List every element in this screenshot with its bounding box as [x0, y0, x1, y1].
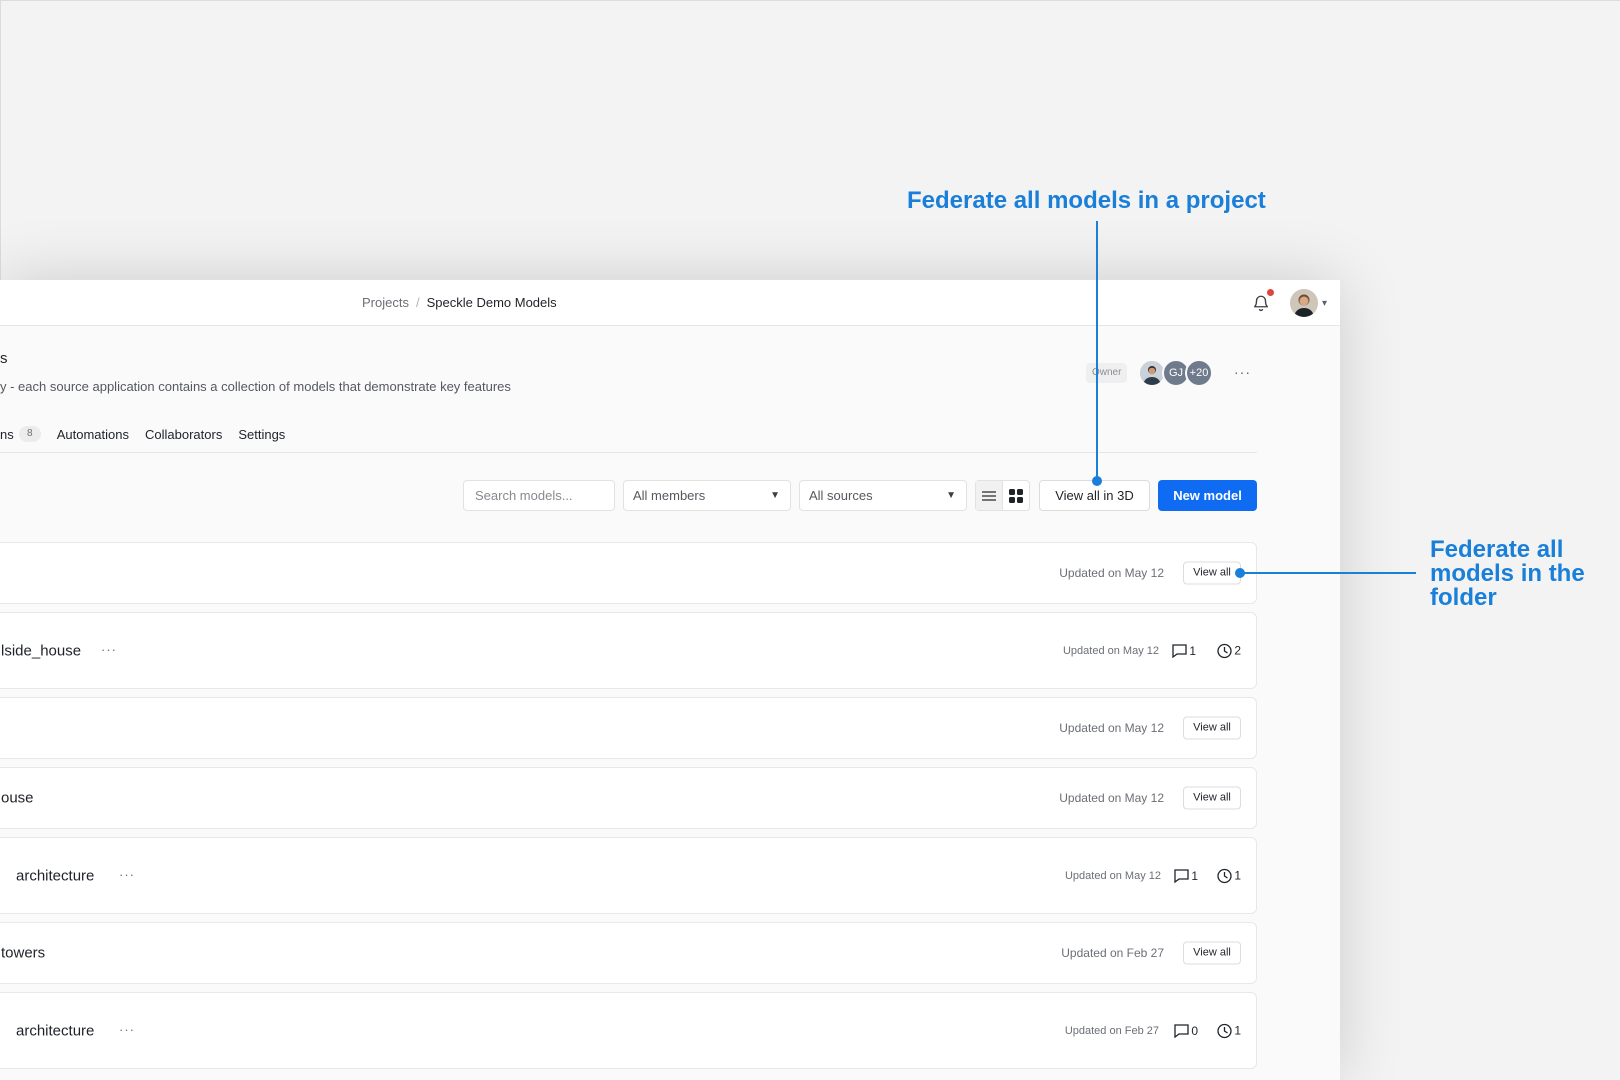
collaborator-avatar-icon — [1140, 361, 1164, 385]
tab-collaborators[interactable]: Collaborators — [145, 427, 222, 442]
model-name[interactable]: ouse — [1, 790, 34, 807]
tab-settings[interactable]: Settings — [238, 427, 285, 442]
breadcrumb: Projects / Speckle Demo Models — [362, 295, 557, 310]
model-more-button[interactable]: ··· — [101, 642, 117, 657]
sources-filter-value: All sources — [809, 488, 873, 503]
history-icon — [1217, 643, 1232, 658]
tab-discussions[interactable]: ns — [0, 427, 14, 442]
background-edge-top — [0, 0, 1620, 1]
project-title: s — [0, 350, 8, 367]
project-tabs: ns 8 Automations Collaborators Settings — [0, 424, 301, 444]
comments-count[interactable]: 1 — [1172, 644, 1196, 658]
app-window: Projects / Speckle Demo Models ▾ s y - e… — [0, 280, 1340, 1080]
list-item[interactable]: ouse Updated on May 12 View all — [0, 767, 1257, 829]
model-more-button[interactable]: ··· — [119, 867, 135, 882]
history-icon — [1217, 868, 1232, 883]
row-updated: Updated on May 12 — [1064, 869, 1161, 882]
view-toggle — [975, 480, 1030, 511]
notification-dot — [1267, 289, 1274, 296]
project-more-button[interactable]: ··· — [1234, 364, 1251, 380]
comments-count[interactable]: 0 — [1174, 1024, 1198, 1038]
history-icon — [1217, 1023, 1232, 1038]
bell-icon[interactable] — [1252, 294, 1270, 312]
breadcrumb-current: Speckle Demo Models — [426, 295, 557, 310]
annotation-project: Federate all models in a project — [907, 187, 1266, 214]
breadcrumb-separator: / — [415, 295, 420, 310]
view-all-button[interactable]: View all — [1183, 561, 1241, 585]
comments-count-value: 1 — [1191, 868, 1198, 883]
view-all-button[interactable]: View all — [1183, 716, 1241, 740]
search-input[interactable] — [463, 480, 615, 511]
model-more-button[interactable]: ··· — [119, 1022, 135, 1037]
list-item[interactable]: architecture ··· Updated on Feb 27 0 1 — [0, 992, 1257, 1069]
annotation-project-dot — [1092, 476, 1102, 486]
model-name[interactable]: architecture — [16, 867, 94, 884]
row-updated: Updated on May 12 — [1059, 721, 1164, 735]
list-item[interactable]: lside_house ··· Updated on May 12 1 2 — [0, 612, 1257, 689]
comment-icon — [1174, 868, 1189, 883]
grid-view-button[interactable] — [1003, 481, 1029, 510]
user-avatar[interactable] — [1290, 289, 1318, 317]
annotation-folder-dot — [1235, 568, 1245, 578]
list-item[interactable]: architecture ··· Updated on May 12 1 1 — [0, 837, 1257, 914]
members-filter-value: All members — [633, 488, 706, 503]
project-description: y - each source application contains a c… — [0, 379, 511, 394]
chevron-down-icon: ▼ — [770, 490, 780, 501]
tabs-divider — [0, 452, 1257, 453]
list-view-icon — [981, 490, 996, 501]
row-updated: Updated on Feb 27 — [1064, 1024, 1159, 1037]
row-updated: Updated on May 12 — [1059, 791, 1164, 805]
list-item[interactable]: Updated on May 12 View all — [0, 697, 1257, 759]
comment-icon — [1172, 643, 1187, 658]
members-filter-dropdown[interactable]: All members ▼ — [623, 480, 791, 511]
user-avatar-icon — [1290, 289, 1318, 317]
chevron-down-icon[interactable]: ▾ — [1322, 298, 1327, 309]
annotation-folder-line — [1240, 572, 1416, 574]
comment-icon — [1174, 1023, 1189, 1038]
chevron-down-icon: ▼ — [946, 490, 956, 501]
comments-count-value: 1 — [1189, 643, 1196, 658]
top-bar: Projects / Speckle Demo Models ▾ — [0, 280, 1340, 326]
role-badge: Owner — [1086, 363, 1128, 383]
collaborators-more-badge[interactable]: +20 — [1185, 359, 1213, 387]
row-updated: Updated on Feb 27 — [1061, 946, 1164, 960]
comments-count[interactable]: 1 — [1174, 869, 1198, 883]
annotation-folder: Federate all models in the folder — [1430, 536, 1585, 611]
versions-count[interactable]: 2 — [1217, 643, 1241, 658]
versions-count-value: 1 — [1234, 868, 1241, 883]
comments-count-value: 0 — [1191, 1023, 1198, 1038]
row-updated: Updated on May 12 — [1062, 644, 1159, 657]
tab-automations[interactable]: Automations — [57, 427, 129, 442]
grid-view-icon — [1008, 488, 1023, 503]
model-name[interactable]: lside_house — [1, 642, 81, 659]
tab-discussions-count: 8 — [18, 426, 41, 442]
new-model-button[interactable]: New model — [1158, 480, 1257, 511]
view-all-button[interactable]: View all — [1183, 941, 1241, 965]
breadcrumb-projects-link[interactable]: Projects — [362, 295, 409, 310]
versions-count[interactable]: 1 — [1217, 868, 1241, 883]
model-name[interactable]: towers — [1, 945, 45, 962]
model-name[interactable]: architecture — [16, 1022, 94, 1039]
row-updated: Updated on May 12 — [1059, 566, 1164, 580]
annotation-project-line — [1096, 221, 1098, 482]
view-all-button[interactable]: View all — [1183, 786, 1241, 810]
list-item[interactable]: Updated on May 12 View all — [0, 542, 1257, 604]
sources-filter-dropdown[interactable]: All sources ▼ — [799, 480, 967, 511]
versions-count-value: 2 — [1234, 643, 1241, 658]
versions-count-value: 1 — [1234, 1023, 1241, 1038]
list-item[interactable]: towers Updated on Feb 27 View all — [0, 922, 1257, 984]
list-view-button[interactable] — [976, 481, 1003, 510]
versions-count[interactable]: 1 — [1217, 1023, 1241, 1038]
